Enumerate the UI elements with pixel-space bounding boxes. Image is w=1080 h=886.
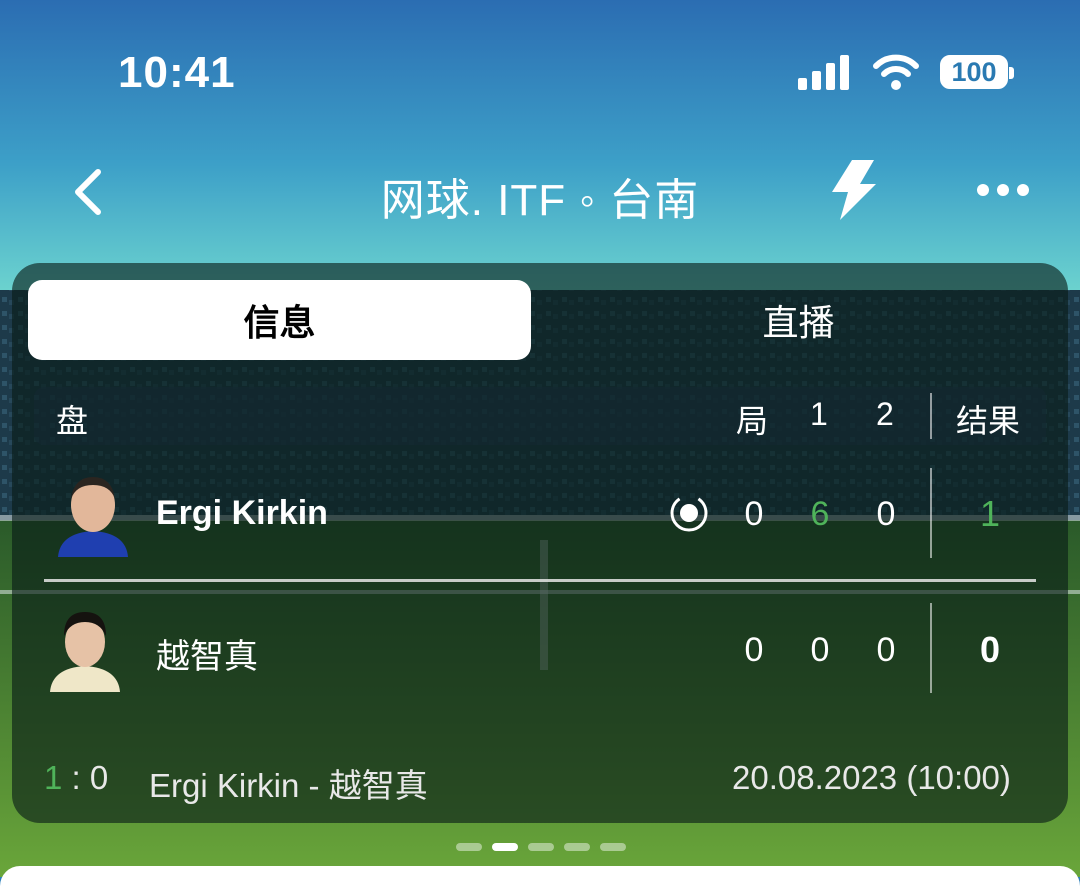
player1-result: 1 xyxy=(979,493,1001,534)
status-time: 10:41 xyxy=(118,48,236,97)
set-header: 盘 xyxy=(56,403,89,439)
player2-avatar xyxy=(50,612,120,692)
player2-set2: 0 xyxy=(876,631,896,669)
result-header: 结果 xyxy=(956,403,1021,439)
page-dot[interactable] xyxy=(456,843,482,851)
player-divider xyxy=(44,579,1036,582)
player1-set2: 0 xyxy=(876,495,896,533)
more-icon[interactable] xyxy=(976,182,1030,198)
set1-header: 1 xyxy=(810,396,828,432)
tab-live[interactable]: 直播 xyxy=(547,280,1050,360)
page-dot-active[interactable] xyxy=(492,843,518,851)
player1-set1: 6 xyxy=(810,495,830,533)
summary-score-left: 1 xyxy=(44,759,63,796)
page-dot[interactable] xyxy=(600,843,626,851)
match-card: 信息 直播 盘 局 1 2 结果 Ergi Kirkin 0 6 0 1 越智真… xyxy=(12,263,1068,823)
summary-datetime: 20.08.2023 (10:00) xyxy=(732,759,1011,796)
player1-avatar xyxy=(58,477,128,557)
player1-game: 0 xyxy=(744,495,764,533)
player2-game: 0 xyxy=(744,631,764,669)
bottom-sheet-edge xyxy=(0,866,1080,886)
status-icons: 100 xyxy=(798,52,1014,92)
battery-icon: 100 xyxy=(940,55,1014,89)
player2-name[interactable]: 越智真 xyxy=(156,629,258,678)
page-title: 网球. ITF ◦ 台南 xyxy=(380,176,700,225)
summary-matchup: Ergi Kirkin - 越智真 xyxy=(149,767,428,804)
summary-score-sep: : xyxy=(71,759,81,796)
score-table-header: 盘 局 1 2 结果 xyxy=(34,387,1046,445)
player1-name[interactable]: Ergi Kirkin xyxy=(156,494,328,533)
page-dot[interactable] xyxy=(528,843,554,851)
column-divider xyxy=(930,393,932,439)
tab-info[interactable]: 信息 xyxy=(28,280,531,360)
page-indicator[interactable] xyxy=(456,843,626,851)
battery-level: 100 xyxy=(951,56,997,87)
player2-set1: 0 xyxy=(810,631,830,669)
game-header: 局 xyxy=(736,403,769,439)
page-dot[interactable] xyxy=(564,843,590,851)
column-divider xyxy=(930,468,932,558)
match-score-summary: 1 : 0 xyxy=(44,759,108,797)
summary-score-right: 0 xyxy=(89,759,109,796)
signal-icon xyxy=(798,55,849,90)
bolt-icon[interactable] xyxy=(826,158,880,222)
column-divider xyxy=(930,603,932,693)
player2-result: 0 xyxy=(979,629,1001,670)
serve-indicator-icon xyxy=(670,494,708,532)
set2-header: 2 xyxy=(876,396,894,432)
wifi-icon xyxy=(873,54,919,90)
